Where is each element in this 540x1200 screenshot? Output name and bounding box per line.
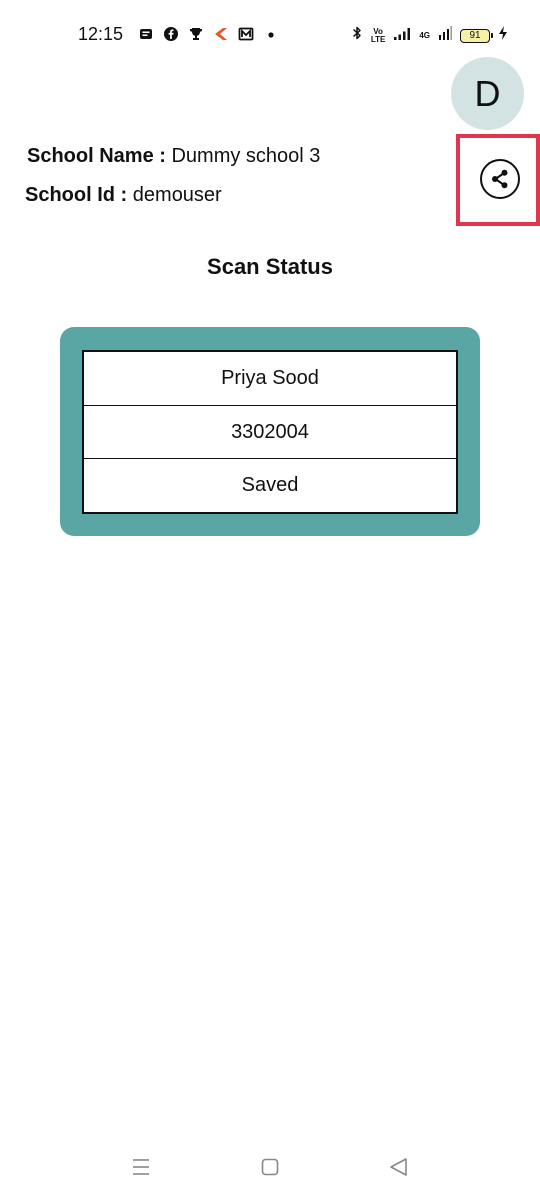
facebook-icon	[163, 26, 179, 42]
avatar[interactable]: D	[451, 57, 524, 130]
message-icon	[138, 26, 154, 42]
navigation-bar	[0, 1150, 540, 1184]
notification-icons	[138, 26, 279, 42]
network-type: 4G	[419, 30, 430, 40]
trophy-icon	[188, 26, 204, 42]
system-icons: Vo LTE 4G 91	[351, 25, 508, 46]
scan-status-card: Priya Sood 3302004 Saved	[60, 327, 480, 536]
status-bar: 12:15 Vo LTE 4G 91	[0, 18, 540, 52]
status-time: 12:15	[78, 24, 124, 44]
school-name-label: School Name :	[27, 145, 166, 167]
more-notifications-icon	[263, 26, 279, 42]
scan-status-title: Scan Status	[207, 254, 333, 279]
battery-indicator: 91	[460, 28, 493, 43]
home-icon	[261, 1158, 279, 1176]
back-icon	[390, 1158, 407, 1176]
school-id-row: School Id : demouser	[25, 184, 222, 207]
student-name-cell: Priya Sood	[84, 352, 456, 406]
volte-indicator: Vo LTE	[370, 27, 386, 44]
app-logo-icon	[213, 26, 229, 42]
home-button[interactable]	[258, 1156, 282, 1178]
recents-icon	[133, 1159, 149, 1175]
recents-button[interactable]	[129, 1156, 153, 1178]
signal-icon-2	[438, 26, 452, 45]
bluetooth-icon	[351, 25, 363, 46]
back-button[interactable]	[387, 1156, 411, 1178]
gallery-icon	[238, 26, 254, 42]
signal-icon	[393, 26, 411, 45]
charging-icon	[498, 25, 508, 46]
scan-status-table: Priya Sood 3302004 Saved	[82, 350, 458, 514]
scan-result-cell: Saved	[241, 474, 299, 497]
share-icon	[492, 169, 508, 189]
volte-bottom-label: LTE	[370, 34, 386, 44]
student-id-cell: 3302004	[84, 406, 456, 460]
share-button[interactable]	[480, 159, 520, 199]
school-name-value: Dummy school 3	[171, 145, 321, 167]
school-id-label: School Id :	[25, 184, 128, 206]
app-screen: 12:15 Vo LTE 4G 91 D School Name: Dummy…	[0, 0, 540, 1200]
school-name-row: School Name : Dummy school 3	[27, 145, 320, 168]
school-id-value: demouser	[132, 184, 222, 206]
